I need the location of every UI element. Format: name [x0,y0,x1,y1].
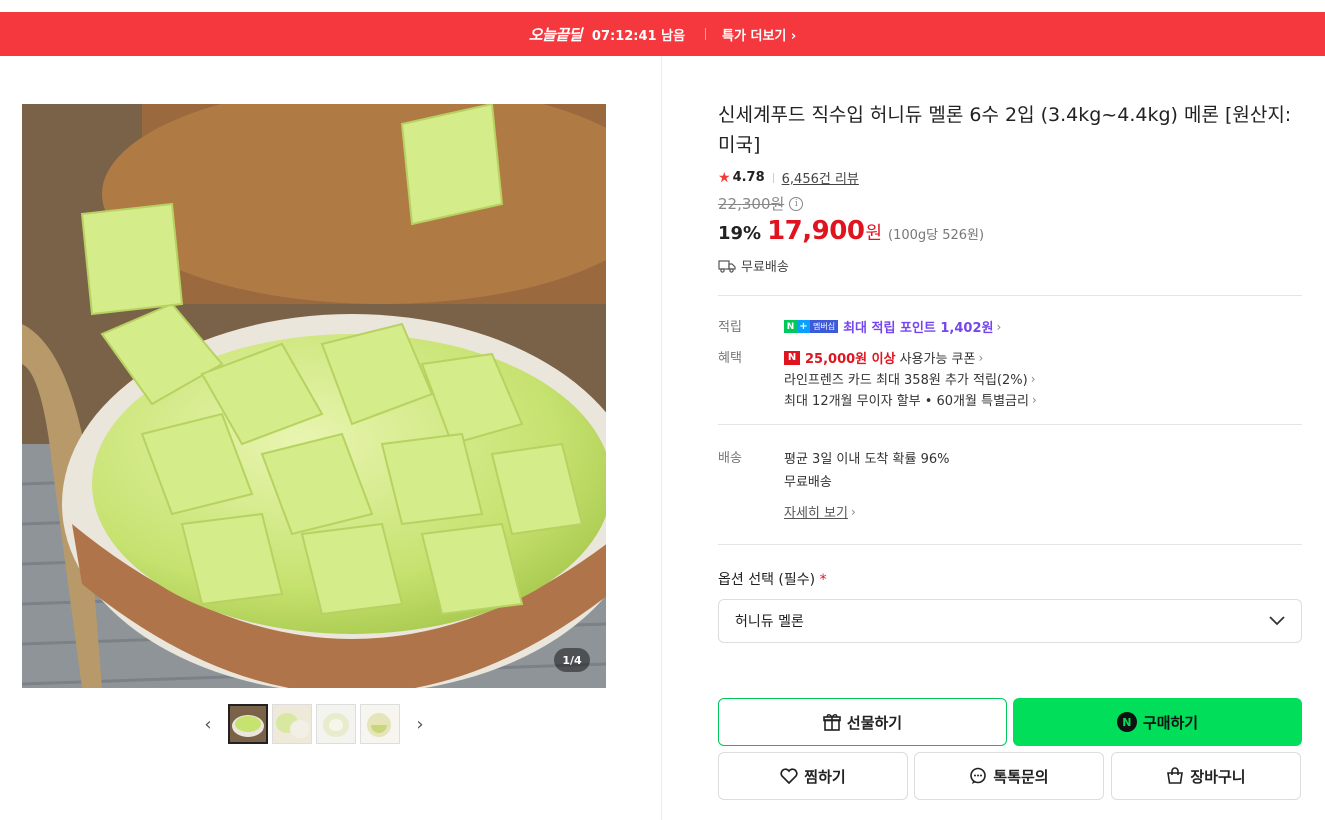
original-price-row: 22,300원 i [718,193,1302,214]
delivery-label: 배송 [718,451,742,466]
rating-score: 4.78 [732,170,765,185]
divider [718,544,1302,545]
wish-button[interactable]: 찜하기 [718,752,908,800]
option-section: 옵션 선택 (필수) * 허니듀 멜론 [718,569,1302,643]
points-link[interactable]: N + 멤버십 최대 적립 포인트 1,402원 › [784,316,1302,337]
info-icon[interactable]: i [789,196,804,211]
deal-logo: 오늘끝딜 [528,25,583,44]
price-row: 19% 17,900 원 (100g당 526원) [718,216,1302,246]
plus-icon: + [797,320,810,333]
divider [718,295,1302,296]
thumbnail-4[interactable] [360,704,400,744]
shipping-row: 무료배송 [718,256,1302,275]
chat-bubble-icon [970,767,987,784]
discount-rate: 19% [718,223,762,244]
chevron-down-icon [1269,616,1285,626]
product-title: 신세계푸드 직수입 허니듀 멜론 6수 2입 (3.4kg~4.4kg) 메론 … [718,104,1292,156]
option-selected-value: 허니듀 멜론 [735,614,804,630]
naver-n-icon: N [784,350,800,365]
thumbnail-1[interactable] [228,704,268,744]
more-deals-link[interactable]: 특가 더보기 › [722,25,796,44]
image-counter: 1/4 [554,648,590,672]
required-mark: * [819,572,827,588]
naver-membership-badge: N + 멤버십 [784,320,839,333]
cart-button[interactable]: 장바구니 [1111,752,1301,800]
chevron-right-icon: › [790,28,797,44]
buy-button[interactable]: N 구매하기 [1013,698,1302,746]
column-divider [661,56,662,820]
chevron-right-icon: › [996,319,1002,334]
truck-icon [718,259,736,273]
shopping-bag-icon [1167,767,1184,784]
naver-n-icon: N [784,320,797,333]
card-benefit-link[interactable]: 라인프렌즈 카드 최대 358원 추가 적립(2%) › [784,368,1302,389]
delivery-row: 배송 평균 3일 이내 도착 확률 96% 무료배송 자세히 보기 › [718,447,1302,522]
benefits-row: 혜택 N 25,000원 이상 사용가능 쿠폰 › 라인프렌즈 카드 최대 35… [718,347,1302,410]
review-count-link[interactable]: 6,456건 리뷰 [782,168,859,187]
product-main-image[interactable]: 1/4 [22,104,606,688]
coupon-amount: 25,000원 이상 [805,352,896,367]
talk-inquiry-button[interactable]: 톡톡문의 [914,752,1104,800]
sale-price: 17,900 [767,216,865,246]
points-text: 최대 적립 포인트 1,402원 [843,321,994,336]
original-price: 22,300원 [718,195,785,213]
coupon-link[interactable]: N 25,000원 이상 사용가능 쿠폰 › [784,347,1302,368]
deal-separator [705,28,707,40]
delivery-section: 배송 평균 3일 이내 도착 확률 96% 무료배송 자세히 보기 › [718,447,1302,522]
arrival-text: 평균 3일 이내 도착 확률 96% [784,452,950,467]
heart-icon [780,768,798,784]
gift-button[interactable]: 선물하기 [718,698,1007,746]
points-row: 적립 N + 멤버십 최대 적립 포인트 1,402원 › [718,316,1302,337]
shipping-text: 무료배송 [741,260,789,275]
currency-label: 원 [865,223,882,244]
points-label: 적립 [718,320,742,335]
chevron-right-icon: › [978,350,984,365]
deal-bar: 오늘끝딜 07:12:41 남음 특가 더보기 › [0,12,1325,56]
divider [718,424,1302,425]
product-info: 신세계푸드 직수입 허니듀 멜론 6수 2입 (3.4kg~4.4kg) 메론 … [718,100,1302,643]
chevron-right-icon: › [1030,371,1036,386]
deal-timer: 07:12:41 남음 [591,28,686,44]
star-icon: ★ [718,169,731,186]
chevron-right-icon: › [850,504,856,519]
delivery-fee-text: 무료배송 [784,475,832,490]
benefits-label: 혜택 [718,351,742,366]
naver-pay-icon: N [1116,712,1137,732]
chevron-right-icon: › [1031,392,1037,407]
points-benefits-section: 적립 N + 멤버십 최대 적립 포인트 1,402원 › 혜택 N 25,00… [718,316,1302,410]
thumbnail-3[interactable] [316,704,356,744]
option-label: 옵션 선택 (필수) * [718,572,827,588]
option-select[interactable]: 허니듀 멜론 [718,599,1302,643]
gift-icon [823,714,841,731]
thumb-prev-button[interactable]: ‹ [200,704,216,744]
thumbnail-strip: ‹ › [200,704,428,744]
rating-row: ★ 4.78 6,456건 리뷰 [718,168,1302,188]
rating-separator [772,172,774,183]
unit-price: (100g당 526원) [888,228,985,243]
thumb-next-button[interactable]: › [412,704,428,744]
thumbnail-2[interactable] [272,704,312,744]
coupon-text: 사용가능 쿠폰 [899,352,976,367]
installment-link[interactable]: 최대 12개월 무이자 할부 • 60개월 특별금리 › [784,389,1302,410]
delivery-detail-link[interactable]: 자세히 보기 › [784,501,1302,522]
